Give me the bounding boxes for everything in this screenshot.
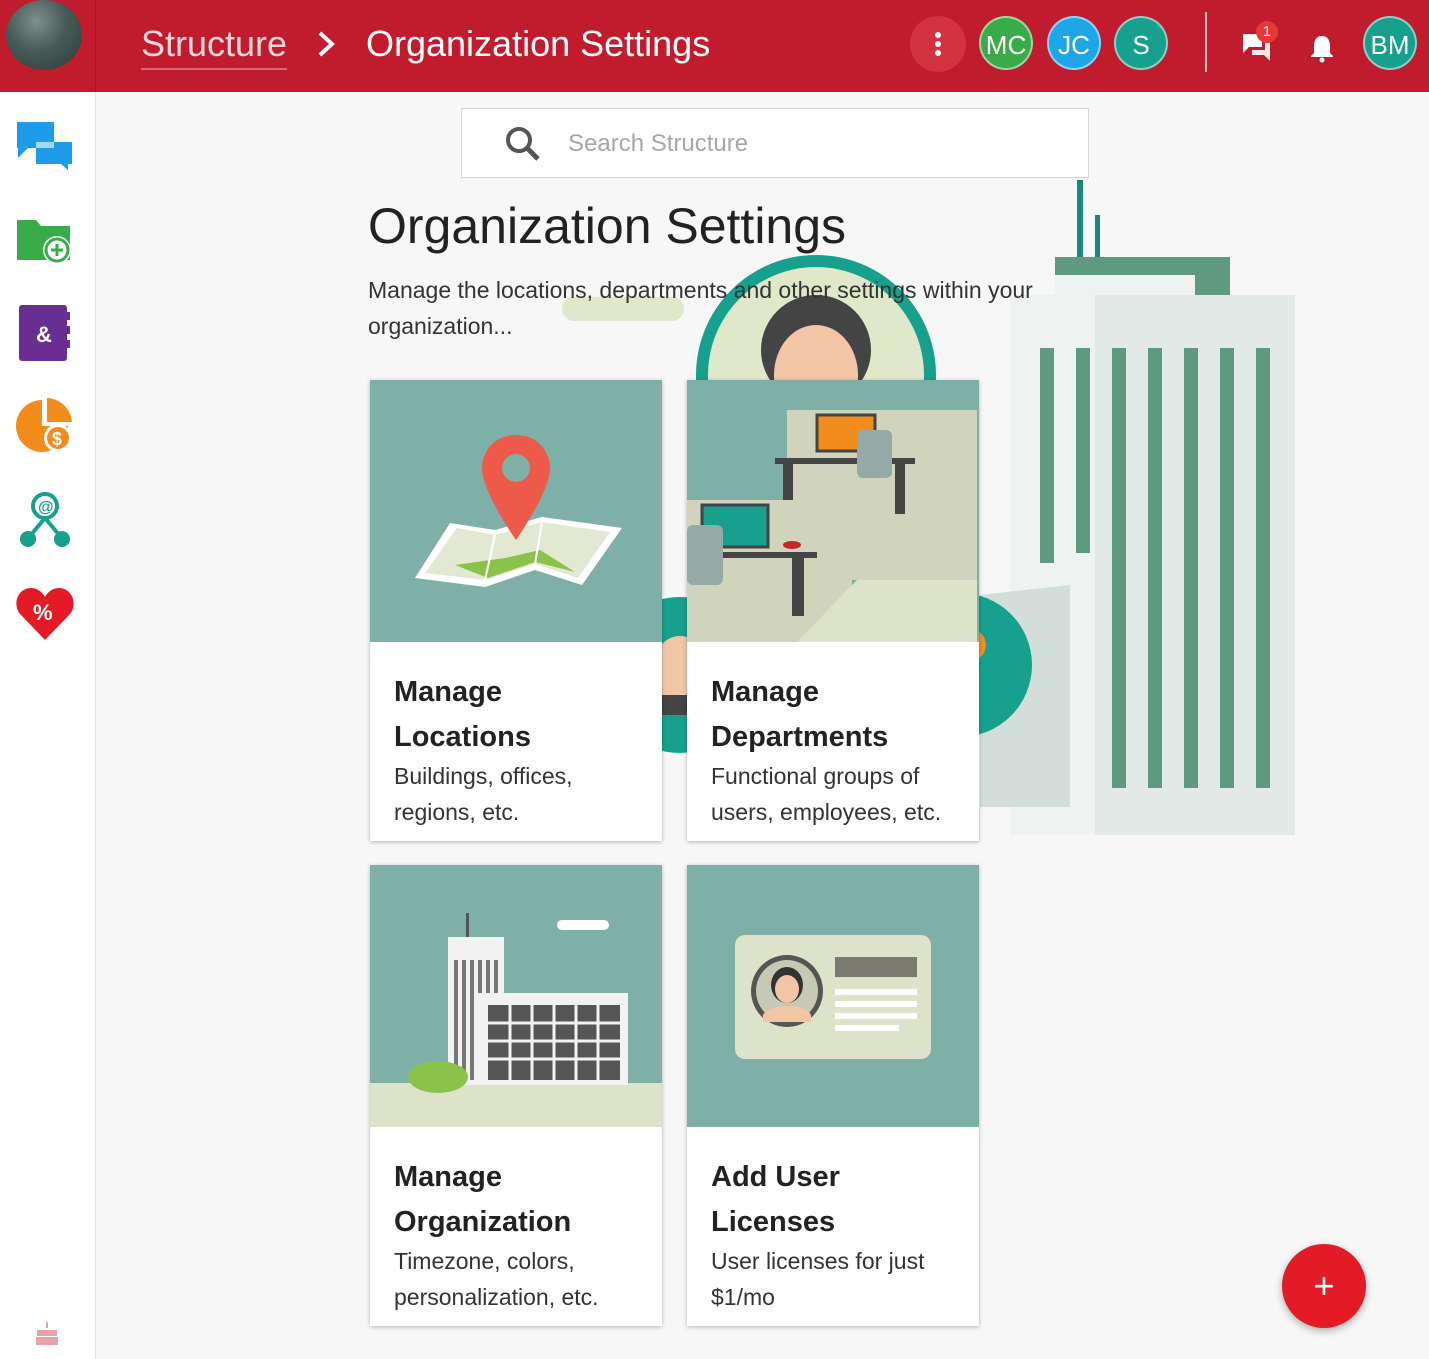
svg-text:@: @: [38, 499, 54, 516]
team-avatar[interactable]: MC: [979, 16, 1033, 70]
search-bar: [461, 108, 1089, 178]
office-desks-illustration: [687, 380, 979, 642]
map-illustration: [370, 380, 662, 642]
manage-locations-card[interactable]: Manage Locations Buildings, offices, reg…: [370, 380, 662, 841]
bell-icon[interactable]: [1306, 32, 1338, 64]
card-description: Functional groups of users, employees, e…: [711, 763, 942, 825]
org-network-icon[interactable]: @: [14, 490, 76, 552]
breadcrumb-current: Organization Settings: [366, 23, 711, 64]
add-fab-button[interactable]: +: [1282, 1244, 1366, 1328]
breadcrumb-root[interactable]: Structure: [141, 22, 288, 70]
svg-text:&: &: [36, 322, 52, 347]
user-avatar[interactable]: BM: [1363, 16, 1417, 70]
svg-text:%: %: [33, 600, 53, 625]
team-avatar[interactable]: S: [1114, 16, 1168, 70]
more-vert-icon: [935, 32, 941, 56]
header-divider: [1205, 12, 1207, 72]
chat-badge: 1: [1256, 21, 1278, 43]
svg-text:$: $: [52, 429, 62, 449]
card-description: Timezone, colors, personalization, etc.: [394, 1248, 599, 1310]
card-title: Manage Departments: [711, 676, 889, 753]
more-options-button[interactable]: [910, 16, 966, 72]
top-app-bar: Structure Organization Settings MC JC S …: [0, 0, 1429, 92]
folder-add-icon[interactable]: [14, 208, 76, 270]
search-input[interactable]: [566, 123, 1060, 165]
add-user-licenses-card[interactable]: Add User Licenses User licenses for just…: [687, 865, 979, 1326]
page-description: Manage the locations, departments and ot…: [368, 277, 1033, 339]
manage-organization-card[interactable]: Manage Organization Timezone, colors, pe…: [370, 865, 662, 1326]
id-badge-illustration: [687, 865, 979, 1127]
pie-chart-dollar-icon[interactable]: $: [14, 396, 76, 458]
card-description: User licenses for just $1/mo: [711, 1248, 925, 1310]
contacts-book-icon[interactable]: &: [14, 302, 76, 364]
search-icon: [506, 127, 540, 161]
card-title: Manage Locations: [394, 676, 531, 753]
building-illustration: [370, 865, 662, 1127]
card-title: Manage Organization: [394, 1161, 572, 1238]
sidebar: & $ @ %: [0, 92, 96, 1359]
card-title: Add User Licenses: [711, 1161, 840, 1238]
card-description: Buildings, offices, regions, etc.: [394, 763, 573, 825]
manage-departments-card[interactable]: Manage Departments Functional groups of …: [687, 380, 979, 841]
page-title: Organization Settings: [368, 198, 847, 254]
logo-cell: [0, 0, 96, 92]
chevron-right-icon: [318, 31, 335, 57]
chat-bubbles-icon[interactable]: [14, 114, 76, 176]
heart-percent-icon[interactable]: %: [14, 582, 76, 644]
cake-icon[interactable]: [34, 1320, 60, 1346]
team-avatar[interactable]: JC: [1047, 16, 1101, 70]
org-logo[interactable]: [6, 0, 82, 70]
